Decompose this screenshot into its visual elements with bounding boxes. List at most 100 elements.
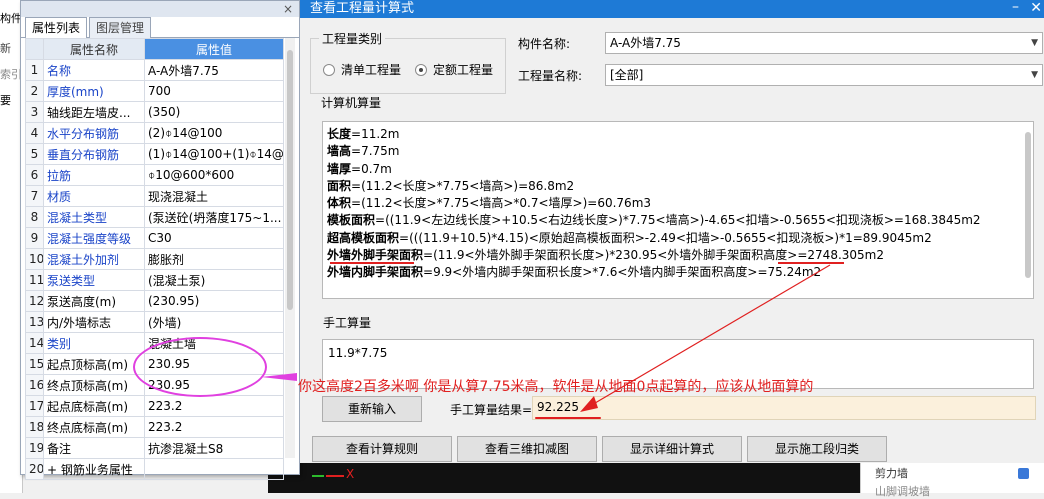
reenter-button[interactable]: 重新输入: [322, 396, 422, 422]
red-underline: [778, 262, 844, 264]
table-row[interactable]: 6 拉筋 ⌽10@600*600: [25, 164, 284, 186]
bg-label: 索引: [0, 68, 22, 81]
attribute-value[interactable]: 膨胀剂: [144, 248, 284, 270]
calc-line-term: 面积: [327, 178, 352, 193]
attribute-name: 混凝土外加剂: [43, 248, 145, 270]
panel-tabs: 属性列表 图层管理: [21, 17, 299, 38]
attribute-name: 混凝土强度等级: [43, 227, 145, 249]
table-row[interactable]: 18 终点底标高(m) 223.2: [25, 416, 284, 438]
panel-scrollbar[interactable]: [285, 38, 295, 458]
manual-result-label: 手工算量结果=: [450, 403, 533, 417]
attribute-value[interactable]: (外墙): [144, 311, 284, 333]
red-underline: [330, 262, 414, 264]
attribute-name: 拉筋: [43, 164, 145, 186]
scroll-thumb[interactable]: [287, 50, 293, 310]
row-index: 9: [25, 227, 44, 249]
table-row[interactable]: 1 名称 A-A外墙7.75: [25, 59, 284, 81]
attribute-name: 终点底标高(m): [43, 416, 145, 438]
tab-layer-manager[interactable]: 图层管理: [89, 17, 152, 38]
component-name-select[interactable]: A-A外墙7.75 ▼: [605, 32, 1043, 54]
table-row[interactable]: 10 混凝土外加剂 膨胀剂: [25, 248, 284, 270]
table-row[interactable]: 3 轴线距左墙皮... (350): [25, 101, 284, 123]
attribute-value[interactable]: (350): [144, 101, 284, 123]
panel-titlebar[interactable]: ×: [21, 1, 299, 17]
row-index: 2: [25, 80, 44, 102]
table-row[interactable]: 20 + 钢筋业务属性: [25, 458, 284, 480]
table-row[interactable]: 13 内/外墙标志 (外墙): [25, 311, 284, 333]
chevron-down-icon[interactable]: ▼: [1031, 65, 1038, 85]
minimize-icon[interactable]: –: [1012, 0, 1022, 16]
calc-line-term: 外墙内脚手架面积: [327, 265, 424, 280]
attribute-value[interactable]: [144, 458, 284, 480]
calc-line: 超高模板面积=(((11.9+10.5)*4.15)<原始超高模板面积>-2.4…: [327, 230, 981, 247]
attribute-value[interactable]: 抗渗混凝土S8: [144, 437, 284, 459]
attribute-name: 泵送类型: [43, 269, 145, 291]
table-row[interactable]: 17 起点底标高(m) 223.2: [25, 395, 284, 417]
close-icon[interactable]: ✕: [1030, 0, 1042, 17]
show-detailed-formula-button[interactable]: 显示详细计算式: [602, 436, 742, 462]
attribute-value[interactable]: (1)⌽14@100+(1)⌽14@: [144, 143, 284, 165]
calc-line: 外墙内脚手架面积=9.9<外墙内脚手架面积长度>*7.6<外墙内脚手架面积高度>…: [327, 264, 981, 281]
3d-viewport[interactable]: X: [268, 463, 860, 493]
attribute-value[interactable]: 223.2: [144, 416, 284, 438]
attribute-value[interactable]: (230.95): [144, 290, 284, 312]
attribute-value[interactable]: (泵送砼(坍落度175~1...: [144, 206, 284, 228]
table-row[interactable]: 11 泵送类型 (混凝土泵): [25, 269, 284, 291]
select-value: [全部]: [610, 68, 644, 82]
table-row[interactable]: 19 备注 抗渗混凝土S8: [25, 437, 284, 459]
calc-line-formula: =7.75m: [351, 144, 400, 159]
chevron-down-icon[interactable]: ▼: [1031, 33, 1038, 53]
radio-list-quantity[interactable]: 清单工程量: [323, 61, 401, 78]
dialog-titlebar[interactable]: 查看工程量计算式 – ✕: [300, 0, 1044, 18]
attribute-value[interactable]: 223.2: [144, 395, 284, 417]
red-underline: [535, 417, 601, 419]
group-label: 工程量类别: [319, 30, 386, 47]
close-icon[interactable]: ×: [283, 1, 293, 17]
radio-dot[interactable]: [415, 63, 427, 76]
calc-line: 体积=(11.2<长度>*7.75<墙高>*0.7<墙厚>)=60.76m3: [327, 195, 981, 212]
calc-scrollbar[interactable]: [1025, 132, 1031, 278]
tab-attribute-list[interactable]: 属性列表: [25, 17, 88, 38]
table-row[interactable]: 9 混凝土强度等级 C30: [25, 227, 284, 249]
row-index: 16: [25, 374, 44, 396]
radio-dot[interactable]: [323, 63, 335, 76]
calc-line-formula: =11.2m: [351, 127, 400, 141]
attribute-name: 起点顶标高(m): [43, 353, 145, 375]
calc-line: 墙厚=0.7m: [327, 161, 981, 178]
attribute-value[interactable]: ⌽10@600*600: [144, 164, 284, 186]
attribute-value[interactable]: (混凝土泵): [144, 269, 284, 291]
table-row[interactable]: 7 材质 现浇混凝土: [25, 185, 284, 207]
list-item[interactable]: 剪力墙: [875, 465, 908, 481]
calc-formula-box[interactable]: 长度=11.2m 墙高=7.75m 墙厚=0.7m 面积=(11.2<长度>*7.75…: [322, 121, 1034, 299]
quantity-name-select[interactable]: [全部] ▼: [605, 64, 1043, 86]
row-index: 19: [25, 437, 44, 459]
checkbox[interactable]: [1018, 468, 1029, 479]
attribute-value[interactable]: C30: [144, 227, 284, 249]
attribute-value[interactable]: A-A外墙7.75: [144, 59, 284, 81]
view-calc-rules-button[interactable]: 查看计算规则: [312, 436, 452, 462]
attribute-value[interactable]: (2)⌽14@100: [144, 122, 284, 144]
radio-quota-quantity[interactable]: 定额工程量: [415, 61, 493, 78]
table-row[interactable]: 8 混凝土类型 (泵送砼(坍落度175~1...: [25, 206, 284, 228]
attribute-value[interactable]: 700: [144, 80, 284, 102]
attribute-value[interactable]: 现浇混凝土: [144, 185, 284, 207]
table-row[interactable]: 12 泵送高度(m) (230.95): [25, 290, 284, 312]
attribute-name: 备注: [43, 437, 145, 459]
attribute-name: 水平分布钢筋: [43, 122, 145, 144]
row-index: 14: [25, 332, 44, 354]
row-index: 13: [25, 311, 44, 333]
property-table: 属性名称 属性值 1 名称 A-A外墙7.75 2 厚度(mm) 700 3 轴线距左墙皮..…: [25, 38, 284, 480]
table-row[interactable]: 4 水平分布钢筋 (2)⌽14@100: [25, 122, 284, 144]
calc-line-term: 墙高: [327, 144, 352, 159]
row-index: 12: [25, 290, 44, 312]
calc-line-term: 超高模板面积: [327, 230, 400, 245]
view-3d-deduction-button[interactable]: 查看三维扣减图: [457, 436, 597, 462]
row-index: 1: [25, 59, 44, 81]
calc-line-term: 长度: [327, 127, 352, 141]
axis-x-marker: [326, 475, 344, 477]
list-item[interactable]: 山脚调坡墙: [875, 483, 930, 499]
row-index: 4: [25, 122, 44, 144]
table-row[interactable]: 5 垂直分布钢筋 (1)⌽14@100+(1)⌽14@: [25, 143, 284, 165]
table-row[interactable]: 2 厚度(mm) 700: [25, 80, 284, 102]
show-construction-segment-button[interactable]: 显示施工段归类: [747, 436, 887, 462]
